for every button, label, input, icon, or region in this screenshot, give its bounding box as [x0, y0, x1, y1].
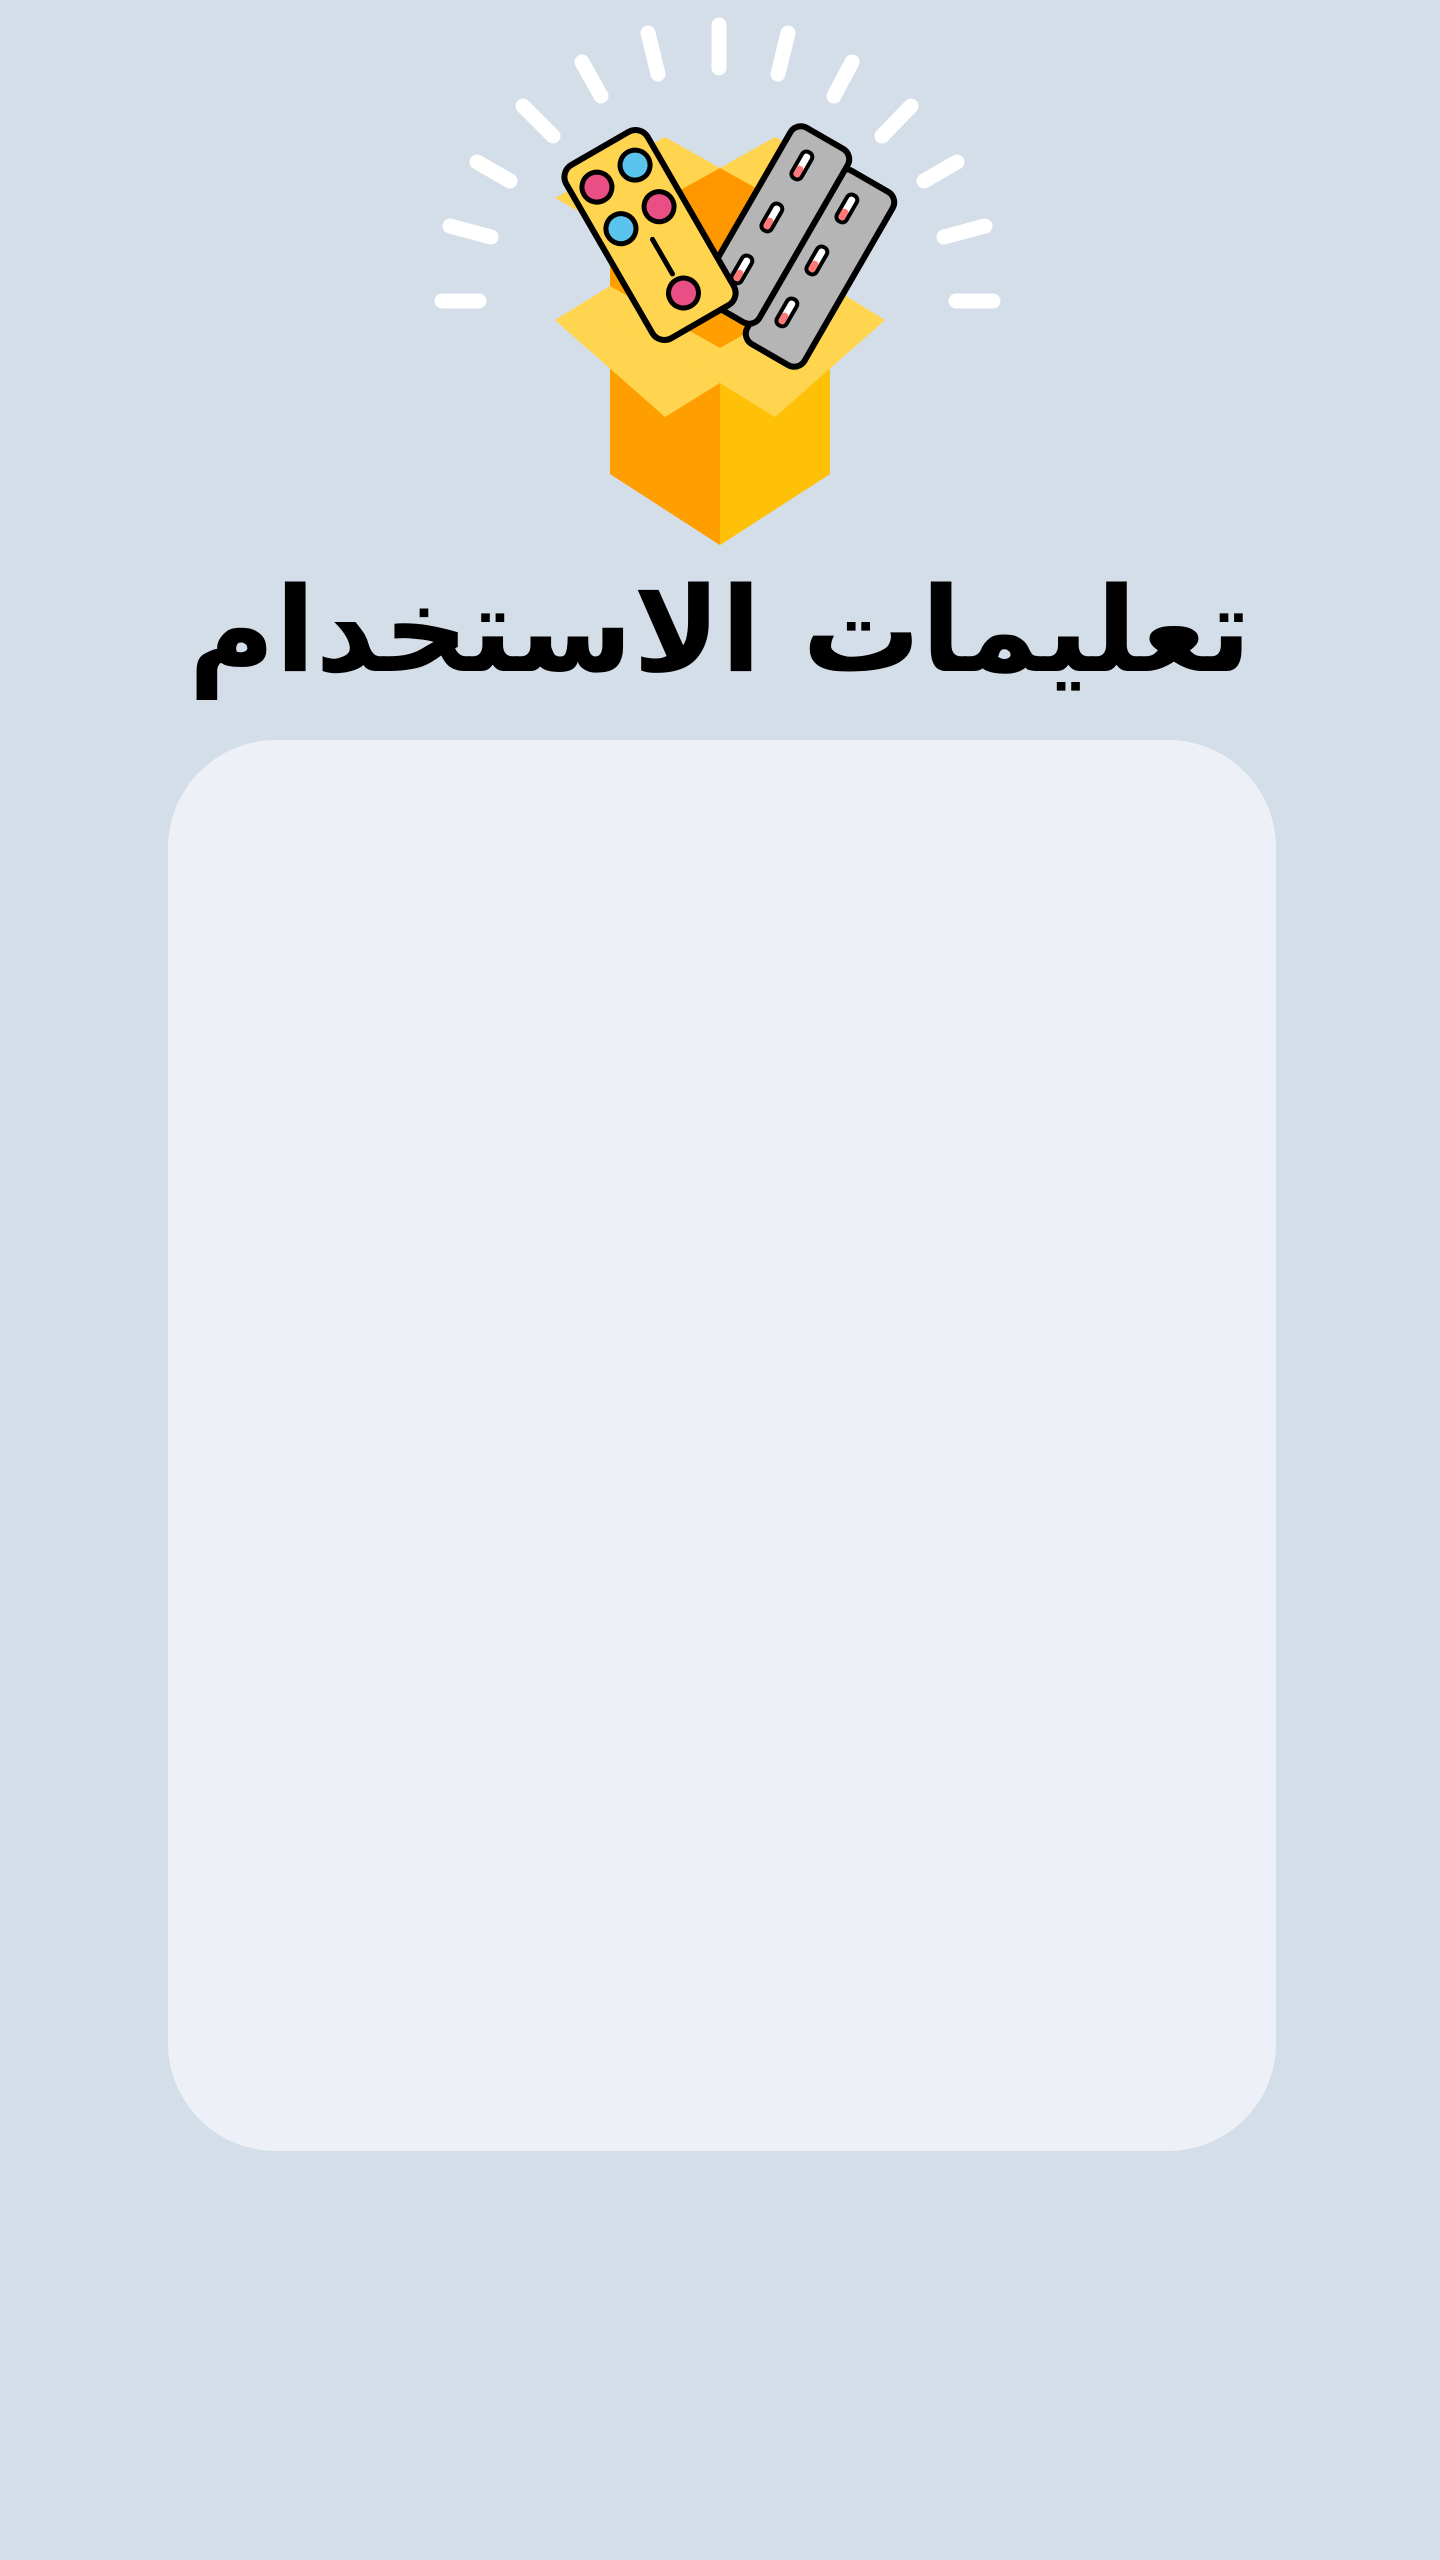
medicine-box-icon [434, 17, 1001, 545]
instructions-card [168, 740, 1276, 2151]
medicine-box-illustration [420, 0, 1020, 600]
page-title: تعليمات الاستخدام [188, 561, 1252, 699]
